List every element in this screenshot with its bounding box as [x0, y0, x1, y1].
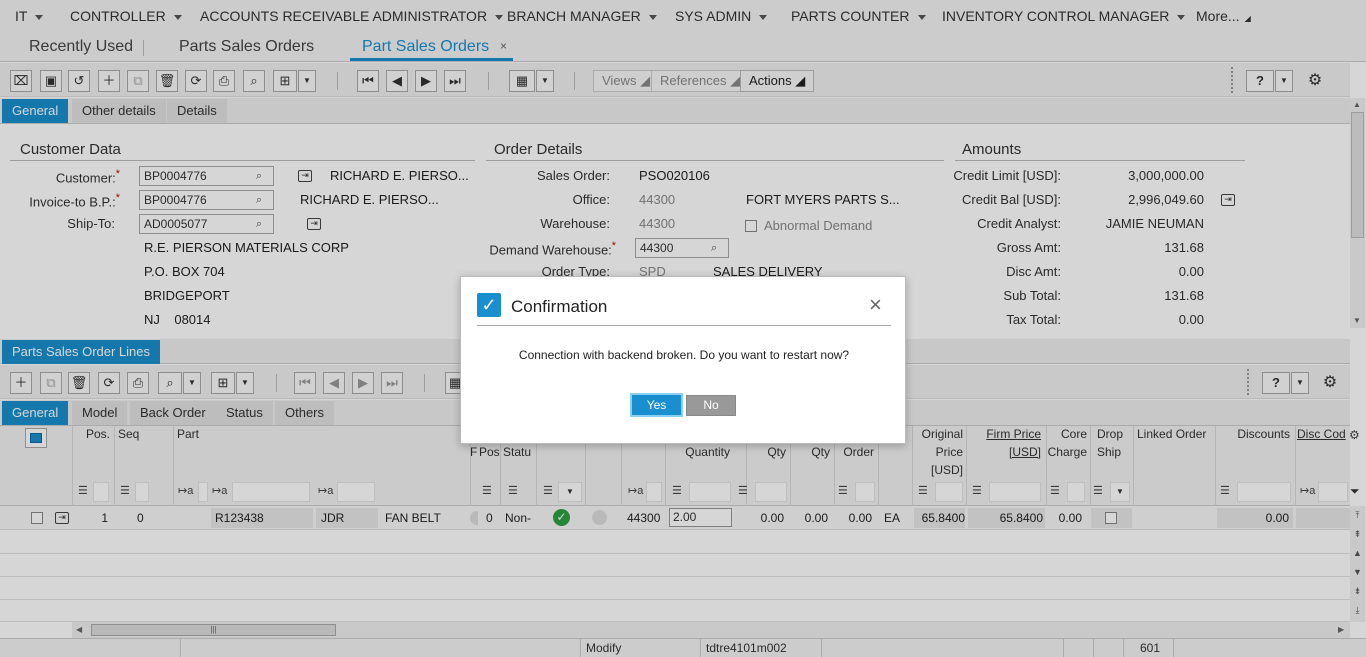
dialog-message: Connection with backend broken. Do you w…	[518, 348, 850, 362]
checkbox-icon: ✓	[477, 293, 501, 317]
yes-button[interactable]: Yes	[630, 393, 683, 417]
dialog-title: Confirmation	[511, 297, 608, 316]
dialog-divider	[477, 325, 891, 326]
confirmation-dialog: ✓ Confirmation × Connection with backend…	[460, 276, 906, 444]
close-icon[interactable]: ×	[869, 294, 882, 316]
app-page: IT CONTROLLER ACCOUNTS RECEIVABLE ADMINI…	[0, 0, 1366, 657]
no-button[interactable]: No	[686, 395, 736, 416]
